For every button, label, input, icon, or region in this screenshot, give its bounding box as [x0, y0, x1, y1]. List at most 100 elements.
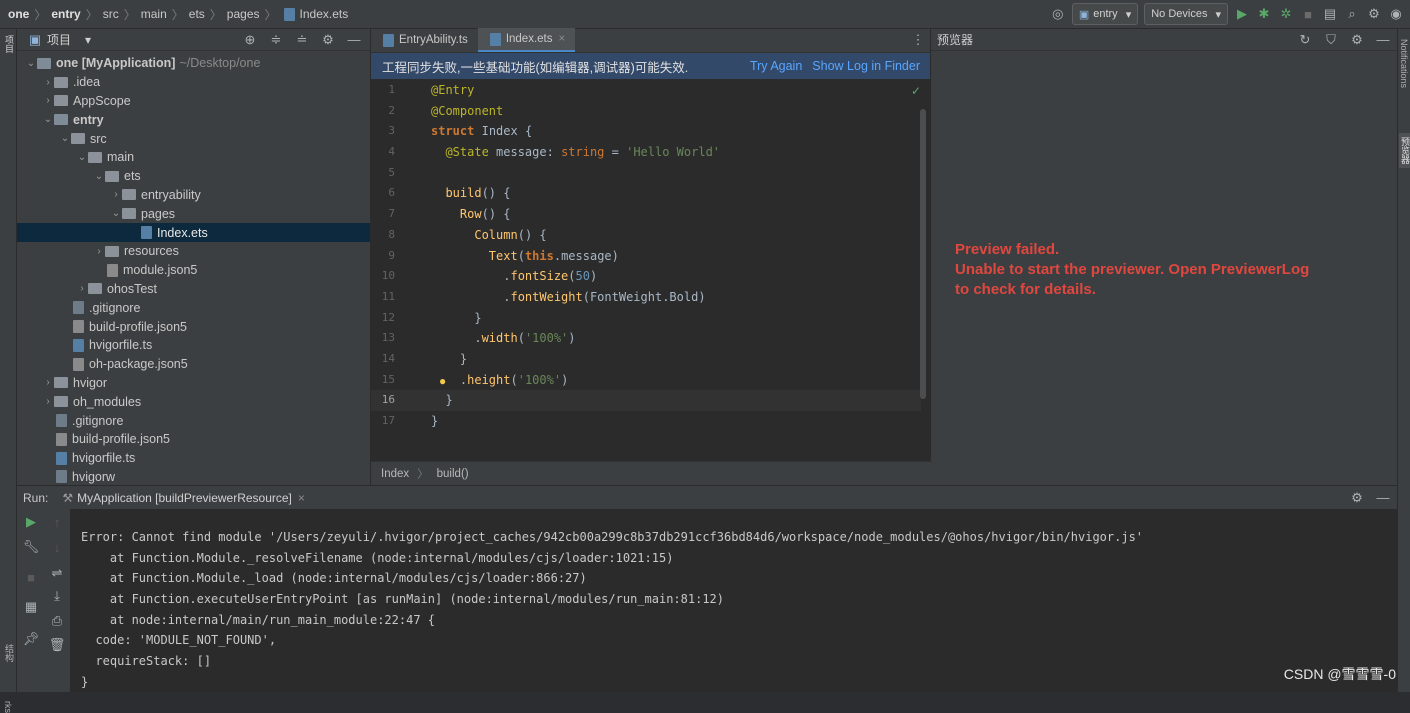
tree-item[interactable]: ⌄ src: [17, 129, 370, 148]
chevron-down-icon[interactable]: ⌄: [110, 208, 122, 219]
breadcrumb-struct[interactable]: Index: [381, 468, 409, 480]
tree-item[interactable]: oh-package.json5: [17, 355, 370, 374]
breadcrumb-item[interactable]: ets: [189, 7, 205, 21]
breadcrumb-item[interactable]: main: [141, 7, 167, 21]
tree-item[interactable]: build-profile.json5: [17, 430, 370, 449]
breadcrumb-item[interactable]: src: [103, 7, 119, 21]
tree-item[interactable]: › ohosTest: [17, 280, 370, 299]
chevron-down-icon[interactable]: ⌄: [93, 171, 105, 182]
refresh-icon[interactable]: ↻: [1297, 32, 1313, 48]
breadcrumb-item[interactable]: pages: [227, 7, 260, 21]
tree-item[interactable]: Index.ets: [17, 223, 370, 242]
tab-index[interactable]: Index.ets ×: [477, 28, 576, 52]
down-arrow-icon[interactable]: ↓: [49, 539, 65, 555]
device-manager-icon[interactable]: ▤: [1322, 6, 1338, 22]
tree-item[interactable]: hvigorfile.ts: [17, 449, 370, 468]
chevron-right-icon[interactable]: ›: [76, 283, 88, 294]
minimize-icon[interactable]: —: [1375, 490, 1391, 506]
close-icon[interactable]: ×: [298, 491, 305, 505]
tree-item[interactable]: build-profile.json5: [17, 317, 370, 336]
soft-wrap-icon[interactable]: ⇌: [49, 565, 65, 581]
expand-all-icon[interactable]: ≑: [268, 32, 284, 48]
attach-debugger-icon[interactable]: ✲: [1278, 6, 1294, 22]
bulb-icon[interactable]: ●: [439, 374, 446, 388]
gear-icon[interactable]: ⚙: [1349, 32, 1365, 48]
more-tabs-icon[interactable]: ⋮: [910, 32, 926, 48]
device-dropdown[interactable]: No Devices ▾: [1144, 3, 1228, 25]
chevron-down-icon[interactable]: ▾: [85, 33, 91, 47]
tree-item[interactable]: hvigorw: [17, 468, 370, 485]
tree-item[interactable]: › oh_modules: [17, 392, 370, 411]
error-line: Preview failed.: [955, 241, 1060, 258]
filter-icon[interactable]: ⛉: [1323, 32, 1339, 48]
tree-item[interactable]: ⌄ entry: [17, 110, 370, 129]
debug-icon[interactable]: ✱: [1256, 6, 1272, 22]
scroll-to-end-icon[interactable]: ⤓: [49, 588, 65, 604]
chevron-right-icon[interactable]: ›: [42, 396, 54, 407]
notifications-tab[interactable]: Notifications: [1399, 39, 1409, 88]
breadcrumb-item[interactable]: one: [8, 7, 29, 21]
up-arrow-icon[interactable]: ↑: [49, 514, 65, 530]
chevron-down-icon[interactable]: ⌄: [76, 152, 88, 163]
pin-icon[interactable]: 📌︎: [23, 631, 40, 647]
target-icon[interactable]: ◎: [1050, 6, 1066, 22]
tree-item[interactable]: ⌄ main: [17, 148, 370, 167]
chevron-down-icon[interactable]: ⌄: [42, 114, 54, 125]
trash-icon[interactable]: 🗑︎: [49, 637, 66, 653]
collapse-all-icon[interactable]: ≐: [294, 32, 310, 48]
project-panel-title[interactable]: 项目: [47, 31, 71, 48]
chevron-right-icon[interactable]: ›: [110, 189, 122, 200]
code-text[interactable]: @Entry @Component struct Index { @State …: [431, 80, 911, 460]
tree-item[interactable]: › hvigor: [17, 374, 370, 393]
locate-icon[interactable]: ⊕: [242, 32, 258, 48]
settings-icon[interactable]: ⚙: [1366, 6, 1382, 22]
stop-icon[interactable]: ■: [23, 569, 39, 585]
run-tab[interactable]: MyApplication [buildPreviewerResource]: [77, 491, 292, 505]
tree-item[interactable]: ⌄ one [MyApplication] ~/Desktop/one: [17, 54, 370, 73]
tree-item[interactable]: .gitignore: [17, 298, 370, 317]
tab-entryability[interactable]: EntryAbility.ts: [371, 28, 478, 52]
tree-item[interactable]: ⌄ pages: [17, 204, 370, 223]
run-icon[interactable]: ▶: [1234, 6, 1250, 22]
chevron-right-icon[interactable]: ›: [42, 77, 54, 88]
breadcrumb-item[interactable]: Index.ets: [300, 7, 349, 21]
search-icon[interactable]: ⌕: [1344, 6, 1360, 22]
project-tool-tab[interactable]: 项目: [3, 35, 16, 53]
previewer-tab[interactable]: 预览器: [1399, 133, 1410, 168]
run-console[interactable]: Error: Cannot find module '/Users/zeyuli…: [71, 509, 1397, 692]
tree-item-label: AppScope: [73, 93, 131, 108]
tree-item[interactable]: › resources: [17, 242, 370, 261]
editor-scrollbar[interactable]: [920, 109, 926, 399]
close-icon[interactable]: ×: [558, 33, 565, 45]
tree-item[interactable]: .gitignore: [17, 411, 370, 430]
chevron-down-icon[interactable]: ⌄: [59, 133, 71, 144]
layout-icon[interactable]: ▦: [23, 599, 39, 615]
minimize-icon[interactable]: —: [1375, 32, 1391, 48]
tree-item[interactable]: › .idea: [17, 73, 370, 92]
gear-icon[interactable]: ⚙: [1349, 490, 1365, 506]
gear-icon[interactable]: ⚙: [320, 32, 336, 48]
tree-item[interactable]: › AppScope: [17, 92, 370, 111]
tree-item[interactable]: ⌄ ets: [17, 167, 370, 186]
chevron-right-icon[interactable]: ›: [93, 246, 105, 257]
print-icon[interactable]: ⎙: [49, 613, 65, 629]
bookmarks-tool-tab[interactable]: rks: [3, 701, 13, 713]
tree-item[interactable]: › entryability: [17, 186, 370, 205]
tree-item[interactable]: module.json5: [17, 261, 370, 280]
config-dropdown[interactable]: ▣ entry ▾: [1071, 3, 1139, 25]
rerun-icon[interactable]: ▶: [23, 514, 39, 530]
run-label: Run:: [23, 490, 49, 505]
chevron-down-icon[interactable]: ⌄: [25, 58, 37, 69]
try-again-link[interactable]: Try Again: [750, 59, 802, 73]
breadcrumb-item[interactable]: entry: [51, 7, 80, 21]
breadcrumb-method[interactable]: build(): [437, 468, 469, 480]
minimize-icon[interactable]: —: [346, 32, 362, 48]
chevron-right-icon[interactable]: ›: [42, 95, 54, 106]
structure-tool-tab[interactable]: 结构: [3, 644, 16, 662]
show-log-link[interactable]: Show Log in Finder: [812, 59, 920, 73]
stop-icon[interactable]: ■: [1300, 6, 1316, 22]
wrench-icon[interactable]: 🔧︎: [23, 539, 40, 555]
tree-item[interactable]: hvigorfile.ts: [17, 336, 370, 355]
chevron-right-icon[interactable]: ›: [42, 377, 54, 388]
profile-icon[interactable]: ◉: [1388, 6, 1404, 22]
